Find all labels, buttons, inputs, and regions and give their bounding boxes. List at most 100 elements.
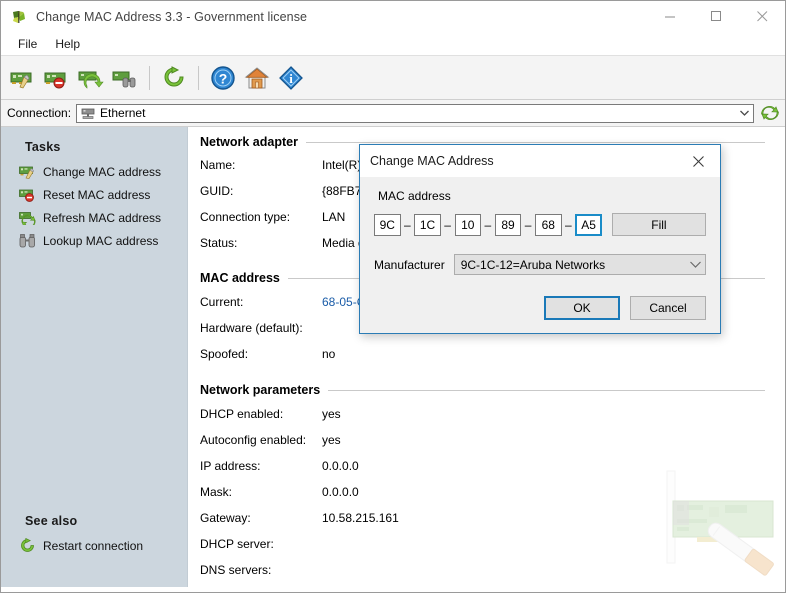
svg-text:i: i — [289, 71, 293, 86]
sidebar-item-refresh-mac-address[interactable]: Refresh MAC address — [1, 206, 187, 229]
sidebar-item-reset-mac-address[interactable]: Reset MAC address — [1, 183, 187, 206]
info-key: IP address: — [200, 459, 322, 474]
info-key: DHCP server: — [200, 537, 322, 552]
octet-separator: – — [481, 218, 495, 232]
chevron-down-icon[interactable] — [736, 106, 752, 121]
sidebar-item-lookup-mac-address[interactable]: Lookup MAC address — [1, 229, 187, 252]
mac-octet-input-3[interactable]: 10 — [455, 214, 482, 236]
sidebar-see-also-section: See also Restart connection — [1, 501, 187, 557]
info-row: DHCP server: — [200, 537, 785, 552]
sidebar-tasks-heading: Tasks — [1, 127, 187, 160]
network-adapter-icon — [80, 106, 96, 120]
dialog-close-button[interactable] — [676, 146, 720, 177]
title-bar: Change MAC Address 3.3 - Government lice… — [1, 1, 785, 32]
sidebar-item-label: Refresh MAC address — [43, 211, 161, 225]
info-key: DHCP enabled: — [200, 407, 322, 422]
mac-octet-input-6[interactable]: A5 — [575, 214, 602, 236]
connection-label: Connection: — [7, 106, 71, 120]
connection-bar: Connection: Ethernet — [1, 100, 785, 127]
chevron-down-icon[interactable] — [690, 255, 701, 274]
manufacturer-selected-value: 9C-1C-12=Aruba Networks — [461, 258, 605, 272]
application-window: Change MAC Address 3.3 - Government lice… — [0, 0, 786, 593]
info-key: GUID: — [200, 184, 322, 199]
info-value: no — [322, 347, 335, 362]
section-heading: Network parameters — [200, 383, 785, 397]
info-value: yes — [322, 407, 341, 422]
dialog-body: MAC address 9C – 1C – 10 – 89 – 68 – A5 … — [360, 177, 720, 334]
octet-separator: – — [562, 218, 576, 232]
info-value: yes — [322, 433, 341, 448]
info-key: Spoofed: — [200, 347, 322, 362]
manufacturer-select[interactable]: 9C-1C-12=Aruba Networks — [454, 254, 706, 275]
octet-separator: – — [401, 218, 415, 232]
toolbar-separator — [198, 66, 199, 90]
section-rule — [328, 390, 765, 391]
mac-octet-input-2[interactable]: 1C — [414, 214, 441, 236]
sidebar-item-label: Reset MAC address — [43, 188, 150, 202]
toolbar-change-mac-address-button[interactable] — [7, 62, 39, 94]
info-row: Mask: 0.0.0.0 — [200, 485, 785, 500]
toolbar-help-button[interactable]: ? — [207, 62, 239, 94]
dialog-title-bar: Change MAC Address — [360, 145, 720, 177]
toolbar-refresh-mac-address-button[interactable] — [75, 62, 107, 94]
info-key: DNS servers: — [200, 563, 322, 578]
info-key: Hardware (default): — [200, 321, 322, 336]
connection-select[interactable]: Ethernet — [76, 104, 754, 123]
info-row: Autoconfig enabled: yes — [200, 433, 785, 448]
toolbar-lookup-mac-address-button[interactable] — [109, 62, 141, 94]
info-key: Name: — [200, 158, 322, 173]
toolbar-reset-mac-address-button[interactable] — [41, 62, 73, 94]
mac-octet-input-4[interactable]: 89 — [495, 214, 522, 236]
toolbar: ? i — [1, 55, 785, 100]
sidebar-item-change-mac-address[interactable]: Change MAC address — [1, 160, 187, 183]
info-row: DHCP enabled: yes — [200, 407, 785, 422]
dialog-buttons: OK Cancel — [544, 296, 706, 320]
mac-octet-input-5[interactable]: 68 — [535, 214, 562, 236]
info-row: Spoofed: no — [200, 347, 785, 362]
connection-refresh-button[interactable] — [759, 102, 781, 124]
info-value: {88FB7 — [322, 184, 361, 199]
menu-item-help[interactable]: Help — [46, 34, 89, 54]
reset-mac-address-icon — [19, 187, 36, 202]
info-value: LAN — [322, 210, 345, 225]
info-key: Autoconfig enabled: — [200, 433, 322, 448]
sidebar-item-restart-connection[interactable]: Restart connection — [1, 534, 187, 557]
octet-separator: – — [521, 218, 535, 232]
app-butterfly-icon — [11, 9, 27, 25]
toolbar-home-button[interactable] — [241, 62, 273, 94]
binoculars-icon — [19, 233, 36, 248]
section-title: Network adapter — [200, 135, 298, 149]
mac-octet-input-1[interactable]: 9C — [374, 214, 401, 236]
section-network-parameters: Network parameters DHCP enabled: yes Aut… — [188, 373, 785, 578]
mac-octet-inputs: 9C – 1C – 10 – 89 – 68 – A5 Fill — [374, 213, 706, 236]
sidebar-item-label: Lookup MAC address — [43, 234, 158, 248]
toolbar-restart-connection-button[interactable] — [158, 62, 190, 94]
section-title: Network parameters — [200, 383, 320, 397]
menu-item-file[interactable]: File — [9, 34, 46, 54]
mac-address-group-label: MAC address — [378, 189, 706, 203]
info-row: IP address: 0.0.0.0 — [200, 459, 785, 474]
info-value: 0.0.0.0 — [322, 485, 359, 500]
info-key: Gateway: — [200, 511, 322, 526]
info-row: Gateway: 10.58.215.161 — [200, 511, 785, 526]
connection-selected-value: Ethernet — [100, 106, 145, 120]
minimize-button[interactable] — [647, 1, 693, 32]
dialog-title: Change MAC Address — [370, 154, 494, 168]
close-button[interactable] — [739, 1, 785, 32]
ok-button[interactable]: OK — [544, 296, 620, 320]
toolbar-separator — [149, 66, 150, 90]
sidebar: Tasks Change MAC address — [1, 127, 188, 587]
manufacturer-label: Manufacturer — [374, 258, 445, 272]
info-key: Connection type: — [200, 210, 322, 225]
info-key: Current: — [200, 295, 322, 310]
cancel-button[interactable]: Cancel — [630, 296, 706, 320]
fill-button[interactable]: Fill — [612, 213, 706, 236]
section-rule — [306, 142, 765, 143]
window-controls — [647, 1, 785, 32]
sidebar-item-label: Change MAC address — [43, 165, 161, 179]
toolbar-about-button[interactable]: i — [275, 62, 307, 94]
sidebar-item-label: Restart connection — [43, 539, 143, 553]
maximize-button[interactable] — [693, 1, 739, 32]
info-value: 10.58.215.161 — [322, 511, 399, 526]
change-mac-address-dialog: Change MAC Address MAC address 9C – 1C –… — [359, 144, 721, 334]
